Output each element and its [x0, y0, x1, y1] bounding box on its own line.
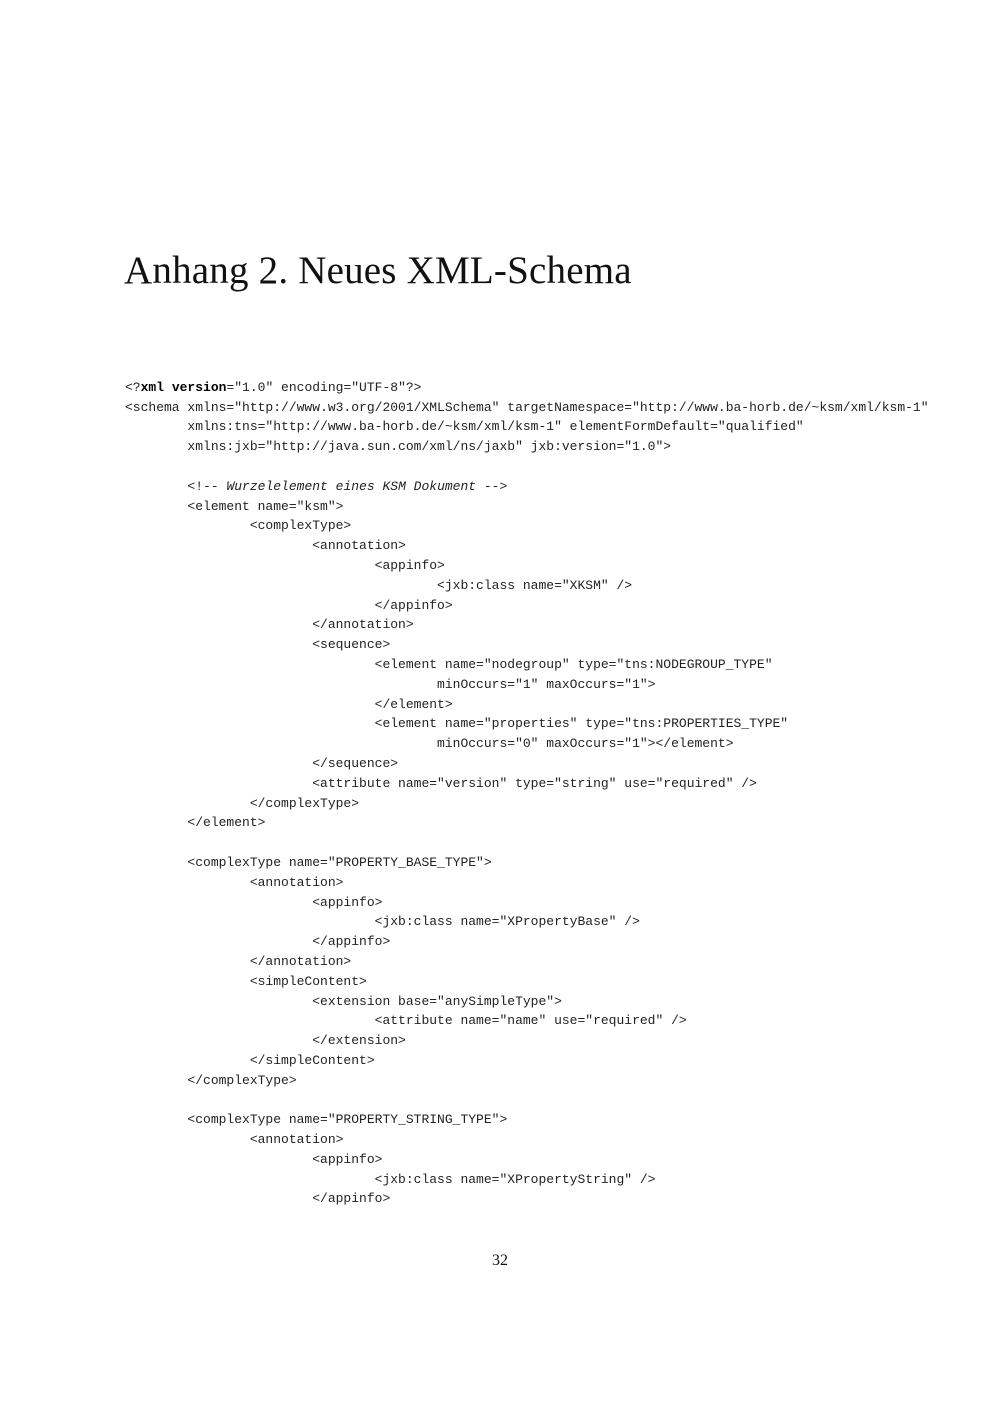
code-line: </sequence>	[125, 755, 399, 771]
code-line: <annotation>	[125, 1132, 344, 1148]
code-line: </appinfo>	[125, 1191, 391, 1207]
code-line-xml-declaration: <?xml version="1.0" encoding="UTF-8"?>	[125, 378, 929, 398]
code-line: xmlns:tns="http://www.ba-horb.de/~ksm/xm…	[125, 419, 804, 435]
xml-keyword: xml	[140, 379, 165, 395]
code-line: </element>	[125, 815, 266, 831]
code-line: <complexType name="PROPERTY_STRING_TYPE"…	[125, 1112, 508, 1128]
code-line: xmlns:jxb="http://java.sun.com/xml/ns/ja…	[125, 439, 672, 455]
code-line: <attribute name="name" use="required" />	[125, 1013, 687, 1029]
code-line: <jxb:class name="XKSM" />	[125, 577, 633, 593]
code-line: <element name="properties" type="tns:PRO…	[125, 716, 789, 732]
code-line: <appinfo>	[125, 894, 383, 910]
code-line: <element name="nodegroup" type="tns:NODE…	[125, 656, 773, 672]
page-number: 32	[492, 1252, 508, 1269]
code-line: </complexType>	[125, 795, 360, 811]
code-line: <complexType name="PROPERTY_BASE_TYPE">	[125, 854, 492, 870]
code-listing: <?xml version="1.0" encoding="UTF-8"?> <s…	[125, 358, 929, 1229]
code-line: </simpleContent>	[125, 1052, 375, 1068]
code-line: </annotation>	[125, 953, 352, 969]
xml-decl-open: <?	[125, 379, 141, 395]
version-keyword: version	[171, 379, 227, 395]
code-line: </annotation>	[125, 617, 414, 633]
code-line: <schema xmlns="http://www.w3.org/2001/XM…	[125, 399, 929, 415]
code-line: <annotation>	[125, 538, 406, 554]
xml-decl-rest: ="1.0" encoding="UTF-8"?>	[226, 379, 422, 395]
code-line: <jxb:class name="XPropertyBase" />	[125, 914, 640, 930]
code-line: <element name="ksm">	[125, 498, 344, 514]
code-line: <complexType>	[125, 518, 352, 534]
code-line: </appinfo>	[125, 597, 453, 613]
page-title: Anhang 2. Neues XML-Schema	[124, 249, 632, 292]
code-line: </complexType>	[125, 1072, 297, 1088]
code-line: <sequence>	[125, 637, 391, 653]
code-line: minOccurs="1" maxOccurs="1">	[125, 676, 656, 692]
code-line: </appinfo>	[125, 934, 391, 950]
code-line: <jxb:class name="XPropertyString" />	[125, 1171, 656, 1187]
code-line: <annotation>	[125, 874, 344, 890]
comment-text: Wurzelelement eines KSM Dokument	[226, 478, 477, 494]
code-line: <appinfo>	[125, 1151, 383, 1167]
comment-close: -->	[476, 478, 508, 494]
code-line-comment: <!-- Wurzelelement eines KSM Dokument --…	[125, 477, 929, 497]
code-line: <simpleContent>	[125, 973, 367, 989]
code-line: </element>	[125, 696, 453, 712]
code-line: <extension base="anySimpleType">	[125, 993, 562, 1009]
code-line: <attribute name="version" type="string" …	[125, 775, 757, 791]
code-line: </extension>	[125, 1033, 406, 1049]
code-line: <appinfo>	[125, 557, 445, 573]
comment-open: <!--	[187, 478, 227, 494]
code-line: minOccurs="0" maxOccurs="1"></element>	[125, 736, 734, 752]
